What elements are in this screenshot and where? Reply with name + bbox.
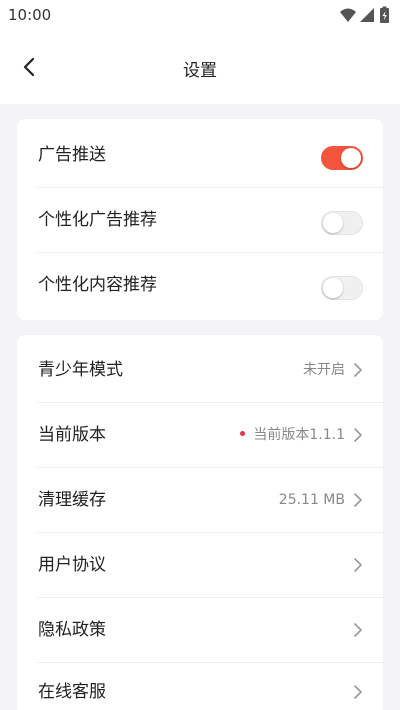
chevron-right-icon (354, 623, 362, 637)
ad-push-row[interactable]: 广告推送 (17, 123, 383, 188)
toggle-knob (341, 148, 361, 168)
toggle-knob (323, 278, 343, 298)
ad-settings-card: 广告推送 个性化广告推荐 个性化内容推荐 (17, 119, 383, 320)
personalized-ad-row[interactable]: 个性化广告推荐 (17, 188, 383, 253)
teen-mode-value: 未开启 (303, 362, 345, 378)
chevron-right-icon (354, 363, 362, 377)
status-bar: 10:00 (0, 0, 400, 30)
status-icons (340, 6, 389, 23)
current-version-value: 当前版本1.1.1 (253, 427, 345, 443)
chevron-right-icon (354, 428, 362, 442)
current-version-value-wrap: 当前版本1.1.1 (240, 403, 345, 468)
signal-icon (360, 8, 374, 22)
cache-size-value: 25.11 MB (278, 492, 345, 508)
teen-mode-row[interactable]: 青少年模式 未开启 (17, 338, 383, 403)
ad-push-toggle[interactable] (321, 146, 363, 170)
online-service-row[interactable]: 在线客服 (17, 660, 383, 710)
current-version-label: 当前版本 (38, 425, 106, 445)
privacy-policy-row[interactable]: 隐私政策 (17, 598, 383, 663)
chevron-right-icon (354, 685, 362, 699)
chevron-right-icon (354, 558, 362, 572)
online-service-label: 在线客服 (38, 682, 106, 702)
ad-push-label: 广告推送 (38, 145, 106, 165)
user-agreement-label: 用户协议 (38, 555, 106, 575)
teen-mode-label: 青少年模式 (38, 360, 123, 380)
update-dot (240, 430, 246, 436)
clear-cache-row[interactable]: 清理缓存 25.11 MB (17, 468, 383, 533)
current-version-row[interactable]: 当前版本 当前版本1.1.1 (17, 403, 383, 468)
privacy-policy-label: 隐私政策 (38, 620, 106, 640)
chevron-right-icon (354, 493, 362, 507)
personalized-ad-toggle[interactable] (321, 211, 363, 235)
app-header: 设置 (0, 30, 400, 104)
battery-charging-icon (380, 6, 389, 23)
personalized-content-label: 个性化内容推荐 (38, 275, 157, 295)
page-title: 设置 (183, 61, 217, 81)
personalized-content-row[interactable]: 个性化内容推荐 (17, 253, 383, 318)
user-agreement-row[interactable]: 用户协议 (17, 533, 383, 598)
general-settings-card: 青少年模式 未开启 当前版本 当前版本1.1.1 清理缓存 25.11 MB 用… (17, 335, 383, 710)
clear-cache-label: 清理缓存 (38, 490, 106, 510)
wifi-icon (340, 8, 356, 22)
toggle-knob (323, 213, 343, 233)
personalized-content-toggle[interactable] (321, 276, 363, 300)
status-time: 10:00 (8, 6, 52, 24)
personalized-ad-label: 个性化广告推荐 (38, 210, 157, 230)
